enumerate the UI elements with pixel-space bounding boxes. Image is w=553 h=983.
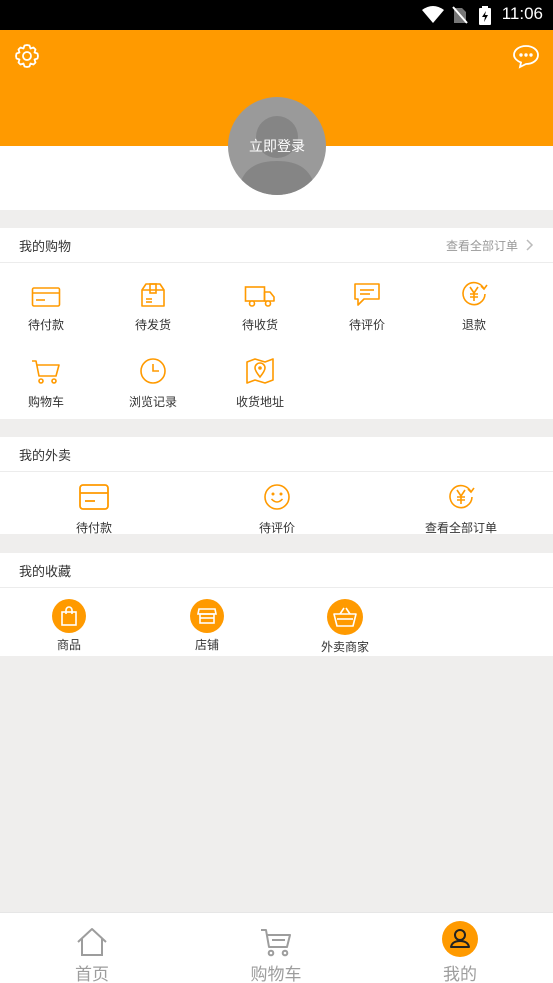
pending-shipment-item[interactable]: 待发货: [107, 278, 199, 333]
pending-payment-item[interactable]: 待付款: [0, 278, 92, 333]
no-sim-icon: [452, 6, 468, 24]
tab-label: 首页: [75, 965, 109, 983]
view-all-orders-link[interactable]: 查看全部订单: [446, 237, 534, 254]
pending-review-item[interactable]: 待评价: [321, 278, 413, 333]
item-label: 浏览记录: [128, 395, 177, 409]
item-label: 查看全部订单: [424, 521, 497, 535]
item-label: 待发货: [134, 318, 171, 332]
item-label: 外卖商家: [320, 640, 369, 654]
wifi-icon: [422, 6, 444, 23]
browse-history-item[interactable]: 浏览记录: [107, 355, 199, 410]
gear-icon: [15, 44, 39, 68]
clock-time: 11:06: [501, 4, 543, 23]
store-icon: [197, 608, 217, 624]
my-shopping-section: 我的购物 查看全部订单 待付款 待发货 待收货 待评价 退款 购物车 浏览记录 …: [0, 228, 553, 419]
truck-icon: [244, 286, 275, 307]
package-icon: [141, 283, 165, 307]
bottom-tab-bar: 首页 购物车 我的: [0, 912, 553, 983]
shopping-bag-icon: [61, 606, 77, 626]
item-label: 待评价: [258, 521, 295, 535]
my-takeout-section: 我的外卖 待付款 待评价 查看全部订单: [0, 437, 553, 536]
card-icon: [31, 287, 61, 307]
favorite-products-item[interactable]: 商品: [23, 599, 115, 653]
item-label: 待收货: [241, 318, 278, 332]
smile-icon: [264, 484, 290, 510]
section-title: 我的外卖: [19, 448, 72, 464]
item-label: 购物车: [27, 395, 64, 409]
status-bar: 11:06: [0, 0, 553, 30]
favorite-stores-item[interactable]: 店铺: [161, 599, 253, 653]
refund-item[interactable]: 退款: [428, 278, 520, 333]
cart-icon: [32, 360, 60, 384]
item-label: 收货地址: [235, 395, 284, 409]
settings-button[interactable]: [12, 41, 42, 71]
item-label: 待付款: [27, 318, 64, 332]
profile-icon: [442, 921, 478, 957]
messages-button[interactable]: [511, 41, 541, 71]
clock-icon: [140, 358, 166, 384]
takeout-pending-review-item[interactable]: 待评价: [231, 481, 323, 536]
section-title: 我的购物: [19, 239, 72, 255]
shipping-address-item[interactable]: 收货地址: [214, 355, 306, 410]
pending-receipt-item[interactable]: 待收货: [214, 278, 306, 333]
section-title: 我的收藏: [19, 564, 72, 580]
basket-icon: [333, 607, 357, 627]
takeout-pending-payment-item[interactable]: 待付款: [48, 481, 140, 536]
item-label: 退款: [461, 318, 486, 332]
tab-cart[interactable]: 购物车: [184, 913, 368, 983]
card-icon: [79, 484, 109, 510]
tab-profile[interactable]: 我的: [368, 913, 552, 983]
map-pin-icon: [246, 358, 274, 384]
chevron-right-icon: [526, 239, 534, 251]
item-label: 待付款: [75, 521, 112, 535]
cart-item[interactable]: 购物车: [0, 355, 92, 410]
my-favorites-section: 我的收藏 商品 店铺 外卖商家: [0, 553, 553, 656]
refund-yen-icon: [462, 281, 488, 306]
chat-bubble-icon: [513, 45, 539, 69]
item-label: 店铺: [194, 638, 219, 652]
login-label: 立即登录: [249, 139, 305, 155]
battery-charging-icon: [479, 6, 491, 25]
item-label: 商品: [56, 638, 81, 652]
item-label: 待评价: [348, 318, 385, 332]
takeout-view-all-orders-item[interactable]: 查看全部订单: [406, 481, 516, 536]
tab-home[interactable]: 首页: [0, 913, 184, 983]
tab-label: 我的: [443, 965, 477, 983]
cart-icon: [261, 929, 291, 957]
home-icon: [77, 928, 107, 956]
favorite-takeout-merchants-item[interactable]: 外卖商家: [299, 599, 391, 655]
login-avatar-button[interactable]: 立即登录: [228, 97, 326, 195]
comment-icon: [354, 283, 380, 306]
yen-icon: [449, 484, 475, 509]
tab-label: 购物车: [250, 965, 302, 983]
